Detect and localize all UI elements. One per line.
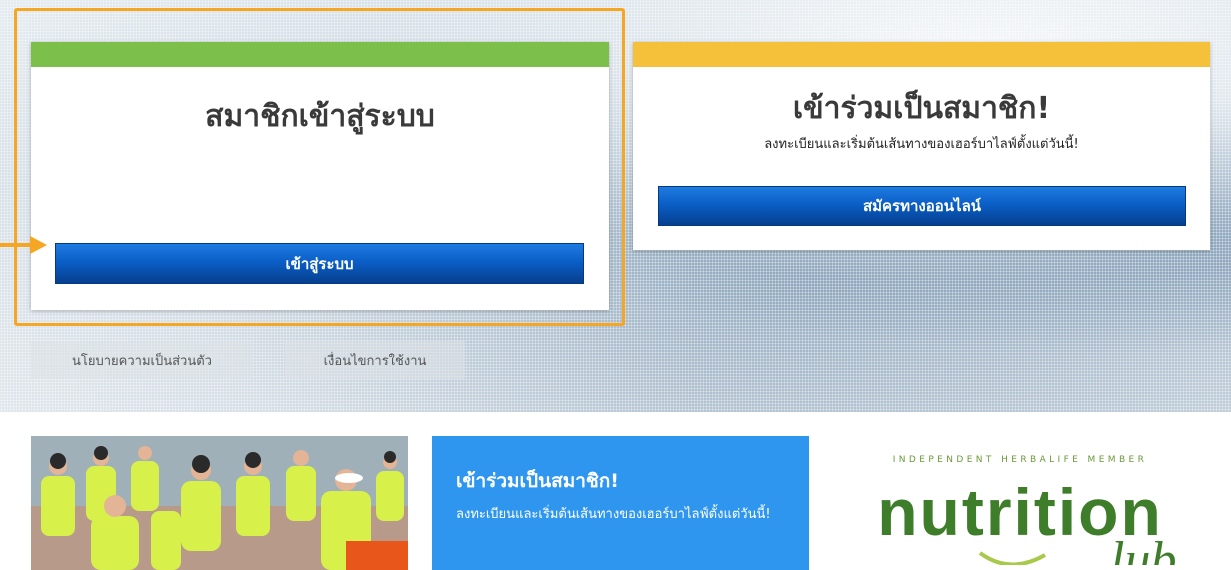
join-card-accent-bar xyxy=(633,42,1210,67)
join-card-title: เข้าร่วมเป็นสมาชิก! xyxy=(792,91,1051,126)
svg-text:lub: lub xyxy=(1110,532,1176,565)
join-card-subtitle: ลงทะเบียนและเริ่มต้นเส้นทางของเฮอร์บาไลฟ… xyxy=(764,137,1079,152)
promo-title: เข้าร่วมเป็นสมาชิก! xyxy=(456,470,619,492)
login-card-title: สมาชิกเข้าสู่ระบบ xyxy=(205,99,435,134)
group-exercise-photo xyxy=(31,436,408,570)
join-promo-box[interactable]: เข้าร่วมเป็นสมาชิก! ลงทะเบียนและเริ่มต้น… xyxy=(432,436,809,570)
login-button[interactable]: เข้าสู่ระบบ xyxy=(55,243,584,284)
privacy-policy-link[interactable]: นโยบายความเป็นส่วนตัว xyxy=(31,341,253,379)
join-card: เข้าร่วมเป็นสมาชิก! ลงทะเบียนและเริ่มต้น… xyxy=(633,42,1210,250)
terms-of-use-link[interactable]: เงื่อนไขการใช้งาน xyxy=(285,341,465,379)
login-card: สมาชิกเข้าสู่ระบบ เข้าสู่ระบบ xyxy=(31,42,609,310)
logo-tagline: INDEPENDENT HERBALIFE MEMBER xyxy=(892,455,1148,465)
login-card-accent-bar xyxy=(31,42,609,67)
page: สมาชิกเข้าสู่ระบบ เข้าสู่ระบบ เข้าร่วมเป… xyxy=(0,0,1231,570)
register-online-button[interactable]: สมัครทางออนไลน์ xyxy=(658,186,1186,226)
nutrition-logo-icon: nutrition lub xyxy=(877,475,1176,570)
nutrition-club-logo: INDEPENDENT HERBALIFE MEMBER nutrition l… xyxy=(830,455,1210,570)
arrow-right-icon xyxy=(0,236,47,254)
promo-subtitle: ลงทะเบียนและเริ่มต้นเส้นทางของเฮอร์บาไลฟ… xyxy=(456,507,771,522)
